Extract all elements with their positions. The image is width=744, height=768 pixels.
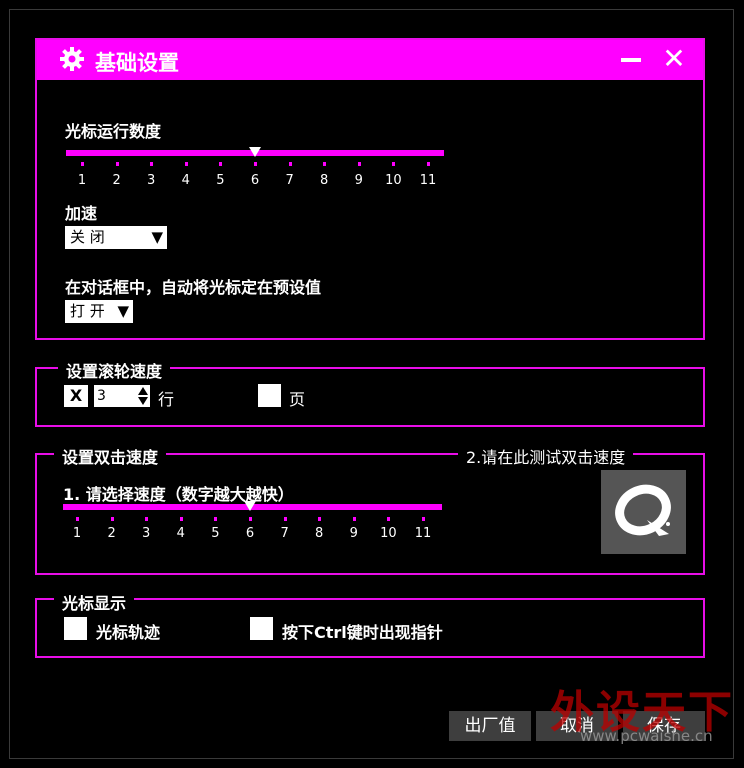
snap-to-value: 打 开: [70, 302, 105, 320]
snap-to-label: 在对话框中，自动将光标定在预设值: [65, 278, 322, 297]
slider-tick-label: 4: [181, 173, 190, 188]
slider-tick-label: 6: [245, 526, 255, 541]
dropdown-arrow-icon: ▼: [151, 228, 163, 246]
slider-tick: [219, 162, 223, 166]
slider-tick-label: 1: [77, 173, 87, 188]
basic-settings-panel: 基础设置 ✕ 光标运行数度 1 2 3 4 5 6 7 8 9 10 11 加速 关 闭 ▼ 在对话…: [35, 38, 705, 340]
slider-tick-label: 5: [211, 526, 220, 541]
gear-icon: [60, 47, 84, 71]
pointer-trail-checkbox[interactable]: [64, 617, 87, 640]
slider-tick: [110, 517, 114, 521]
slider-tick: [318, 517, 322, 521]
slider-tick-label: 5: [216, 173, 225, 188]
slider-tick: [323, 162, 327, 166]
slider-tick: [357, 162, 361, 166]
slider-tick: [179, 517, 183, 521]
double-click-title: 设置双击速度: [54, 444, 167, 468]
scroll-x-label: X: [64, 385, 88, 407]
snap-to-select[interactable]: 打 开 ▼: [65, 300, 133, 323]
double-click-thumb[interactable]: [244, 501, 256, 511]
slider-tick: [81, 162, 84, 166]
q-logo-icon: [615, 484, 671, 536]
slider-tick: [115, 162, 119, 166]
ctrl-pointer-label: 按下Ctrl键时出现指针: [282, 623, 443, 642]
slider-tick: [254, 162, 257, 166]
stepper-down-icon[interactable]: [138, 397, 148, 405]
acceleration-select[interactable]: 关 闭 ▼: [65, 226, 167, 249]
dropdown-arrow-icon: ▼: [117, 302, 129, 320]
stepper-up-icon[interactable]: [138, 387, 148, 395]
slider-tick-label: 8: [320, 173, 329, 188]
slider-tick-label: 10: [380, 526, 397, 541]
scroll-page-checkbox[interactable]: [258, 384, 281, 407]
slider-tick: [145, 517, 149, 521]
slider-tick-label: 8: [315, 526, 324, 541]
window-title: 基础设置: [95, 51, 179, 75]
slider-tick-label: 3: [142, 526, 151, 541]
slider-tick-label: 7: [280, 526, 289, 541]
titlebar: 基础设置 ✕: [37, 40, 703, 80]
slider-tick-label: 10: [385, 173, 402, 188]
pointer-trail-label: 光标轨迹: [96, 623, 161, 642]
close-icon[interactable]: ✕: [661, 45, 687, 73]
slider-tick: [387, 517, 391, 521]
slider-tick: [422, 517, 425, 521]
slider-tick-label: 11: [414, 526, 432, 541]
slider-tick: [150, 162, 154, 166]
slider-tick: [352, 517, 356, 521]
watermark-url: www.pcwaishe.cn: [580, 727, 713, 745]
pointer-speed-label: 光标运行数度: [65, 122, 162, 141]
slider-tick-label: 7: [285, 173, 294, 188]
slider-tick: [288, 162, 292, 166]
slider-tick-label: 2: [107, 526, 116, 541]
scroll-lines-stepper[interactable]: 3: [94, 385, 150, 407]
slider-tick-label: 11: [419, 173, 437, 188]
slider-tick: [184, 162, 188, 166]
scroll-lines-unit: 行: [158, 390, 175, 409]
slider-tick-label: 6: [250, 173, 260, 188]
acceleration-label: 加速: [65, 204, 98, 223]
double-click-test-area[interactable]: [601, 470, 686, 554]
ctrl-pointer-checkbox[interactable]: [250, 617, 273, 640]
slider-tick-label: 9: [354, 173, 363, 188]
slider-tick-label: 9: [349, 526, 358, 541]
scroll-lines-value: 3: [97, 388, 106, 404]
slider-tick: [214, 517, 218, 521]
pointer-speed-thumb[interactable]: [249, 147, 261, 157]
double-click-test-title: 2.请在此测试双击速度: [458, 444, 634, 468]
slider-tick: [249, 517, 252, 521]
slider-tick: [76, 517, 79, 521]
slider-tick-label: 3: [147, 173, 156, 188]
minimize-icon[interactable]: [621, 58, 641, 62]
slider-tick: [392, 162, 396, 166]
double-click-step-label: 1. 请选择速度（数字越大越快）: [63, 485, 294, 504]
scroll-speed-title: 设置滚轮速度: [58, 358, 171, 382]
slider-tick-label: 1: [72, 526, 82, 541]
pointer-display-title: 光标显示: [54, 590, 135, 614]
scroll-page-unit: 页: [289, 390, 306, 409]
slider-tick-label: 2: [112, 173, 121, 188]
slider-tick: [283, 517, 287, 521]
slider-tick-label: 4: [176, 526, 185, 541]
acceleration-value: 关 闭: [70, 228, 105, 246]
slider-tick: [427, 162, 430, 166]
factory-reset-button[interactable]: 出厂值: [449, 711, 531, 741]
